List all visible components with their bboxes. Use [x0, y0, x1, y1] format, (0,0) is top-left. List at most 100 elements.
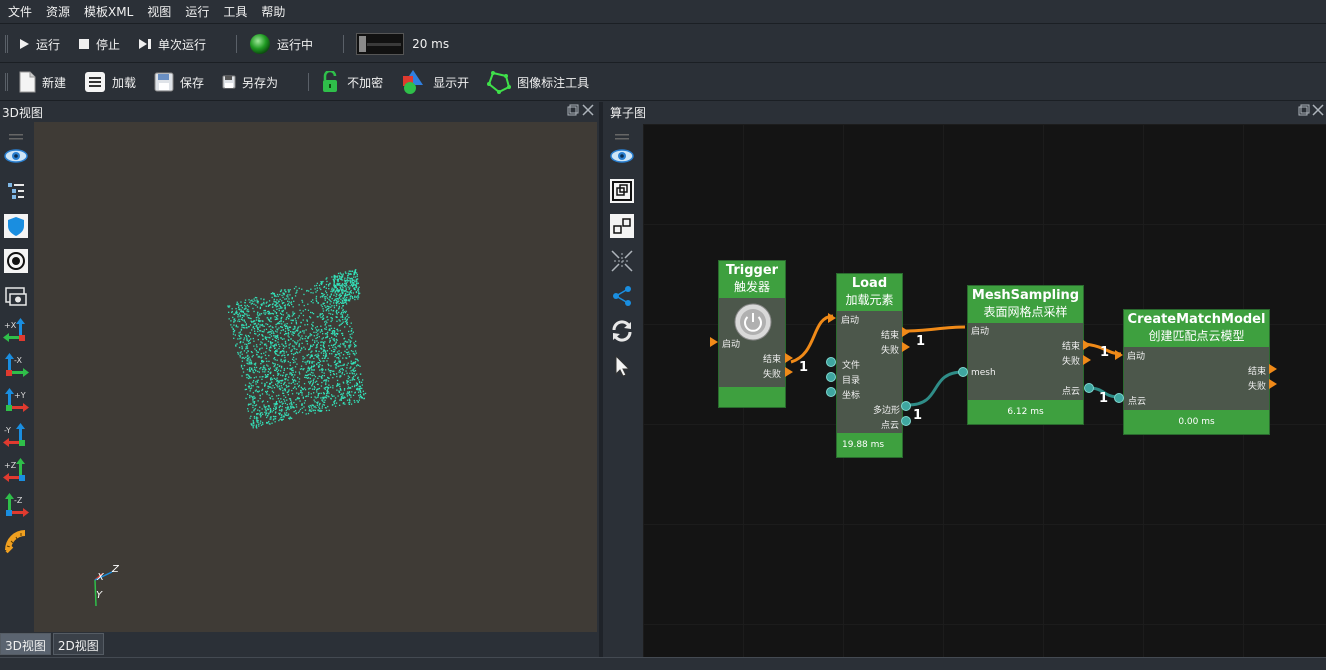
- panel-splitter[interactable]: [599, 102, 603, 657]
- port-in-coordinate-dot[interactable]: [826, 387, 836, 397]
- interval-slider[interactable]: [356, 33, 405, 55]
- port-in-start-arrow[interactable]: [828, 313, 836, 323]
- annotate-tool-button[interactable]: 图像标注工具: [487, 67, 589, 97]
- port-in-mesh-dot[interactable]: [958, 367, 968, 377]
- running-status: 运行中: [249, 29, 313, 59]
- port-out-end-arrow[interactable]: [1083, 340, 1091, 350]
- play-icon: [18, 38, 30, 50]
- port-in-start: 启动: [841, 316, 860, 326]
- edge-load-mesh: [904, 325, 966, 333]
- save-button[interactable]: 保存: [154, 67, 204, 97]
- menu-template-xml[interactable]: 模板XML: [76, 3, 139, 20]
- view-plus-z-icon[interactable]: +Z: [3, 458, 29, 484]
- target-icon[interactable]: [3, 248, 29, 274]
- port-out-fail-arrow[interactable]: [902, 342, 910, 352]
- port-in-file: 文件: [842, 361, 861, 371]
- 3d-view-panel: 3D视图 +X -X +Y -Y +Z -Z X Z Y 3D视图 2D视图: [0, 102, 597, 657]
- menu-resource[interactable]: 资源: [38, 3, 76, 20]
- port-in-start-arrow[interactable]: [1115, 350, 1123, 360]
- tree-list-icon[interactable]: [3, 178, 29, 204]
- 3d-viewport[interactable]: X Z Y: [34, 122, 597, 632]
- menu-run[interactable]: 运行: [177, 3, 215, 20]
- close-icon[interactable]: [1312, 104, 1324, 119]
- camera-frame-icon[interactable]: [3, 283, 29, 309]
- svg-text:+X: +X: [4, 321, 17, 330]
- port-in-directory-dot[interactable]: [826, 372, 836, 382]
- node-trigger[interactable]: Trigger 触发器 启动 结束 失败: [718, 260, 786, 408]
- port-in-start-arrow[interactable]: [710, 337, 718, 347]
- shapes-icon: [401, 69, 427, 95]
- display-toggle[interactable]: 显示开: [401, 67, 469, 97]
- view-minus-y-icon[interactable]: -Y: [3, 423, 29, 449]
- 3d-view-title: 3D视图: [2, 105, 43, 120]
- run-button[interactable]: 运行: [18, 29, 60, 59]
- encrypt-button[interactable]: 不加密: [321, 67, 383, 97]
- port-in-file-dot[interactable]: [826, 357, 836, 367]
- port-out-polygon-dot[interactable]: [901, 401, 911, 411]
- port-out-end-arrow[interactable]: [1269, 364, 1277, 374]
- view-plus-y-icon[interactable]: +Y: [3, 388, 29, 414]
- stop-button[interactable]: 停止: [78, 29, 120, 59]
- menu-bar: 文件 资源 模板XML 视图 运行 工具 帮助: [0, 0, 1326, 24]
- slider-knob[interactable]: [359, 36, 367, 52]
- menu-tools[interactable]: 工具: [215, 3, 253, 20]
- port-out-fail-arrow[interactable]: [1083, 355, 1091, 365]
- port-out-cloud-dot[interactable]: [1084, 383, 1094, 393]
- node-create-match-model[interactable]: CreateMatchModel 创建匹配点云模型 启动 结束 失败 点云 0.…: [1123, 309, 1270, 435]
- tab-2d-view[interactable]: 2D视图: [52, 633, 104, 655]
- single-run-button[interactable]: 单次运行: [138, 29, 206, 59]
- load-button[interactable]: 加载: [84, 67, 136, 97]
- port-out-cloud: 点云: [881, 421, 900, 431]
- port-out-cloud-dot[interactable]: [901, 416, 911, 426]
- shield-icon[interactable]: [3, 213, 29, 239]
- toolbar-grip[interactable]: [5, 73, 8, 91]
- port-in-cloud-dot[interactable]: [1114, 393, 1124, 403]
- float-icon[interactable]: [567, 104, 579, 119]
- menu-view[interactable]: 视图: [139, 3, 177, 20]
- toolbar-grip[interactable]: [5, 35, 8, 53]
- view-tabs: 3D视图 2D视图: [0, 633, 106, 655]
- node-name: CreateMatchModel: [1127, 312, 1266, 327]
- display-label: 显示开: [433, 75, 470, 90]
- menu-help[interactable]: 帮助: [253, 3, 291, 20]
- eye-icon[interactable]: [609, 143, 635, 169]
- group-nodes-icon[interactable]: [609, 178, 635, 204]
- node-footer: 0.00 ms: [1124, 410, 1269, 434]
- refresh-icon[interactable]: [609, 318, 635, 344]
- float-icon[interactable]: [1298, 104, 1310, 119]
- share-graph-icon[interactable]: [609, 283, 635, 309]
- connection-count: 1: [916, 334, 926, 349]
- operator-graph-canvas[interactable]: Trigger 触发器 启动 结束 失败 1 Load 加载元素 启动 结束 失…: [643, 124, 1326, 657]
- svg-text:+Y: +Y: [14, 391, 26, 400]
- operator-graph-title: 算子图: [610, 105, 647, 120]
- pointer-icon[interactable]: [609, 353, 635, 379]
- view-plus-x-icon[interactable]: +X: [3, 318, 29, 344]
- view-minus-x-icon[interactable]: -X: [3, 353, 29, 379]
- load-label: 加载: [112, 75, 137, 90]
- node-footer: 19.88 ms: [837, 433, 902, 457]
- port-in-start: 启动: [971, 327, 990, 337]
- node-load[interactable]: Load 加载元素 启动 结束 失败 文件 目录 坐标 多边形 点云 19.88…: [836, 273, 903, 458]
- view-minus-z-icon[interactable]: -Z: [3, 493, 29, 519]
- port-out-end-arrow[interactable]: [902, 327, 910, 337]
- port-out-fail-arrow[interactable]: [1269, 379, 1277, 389]
- port-out-fail-arrow[interactable]: [785, 367, 793, 377]
- port-out-end: 结束: [881, 331, 900, 341]
- node-footer: [719, 387, 785, 407]
- port-in-start: 启动: [722, 340, 741, 350]
- eye-icon[interactable]: [3, 143, 29, 169]
- new-button[interactable]: 新建: [18, 67, 66, 97]
- unlock-icon: [321, 71, 341, 93]
- node-mesh-sampling[interactable]: MeshSampling 表面网格点采样 启动 结束 失败 mesh 点云 6.…: [967, 285, 1084, 425]
- port-out-end-arrow[interactable]: [785, 353, 793, 363]
- close-icon[interactable]: [582, 104, 594, 119]
- ungroup-nodes-icon[interactable]: [609, 213, 635, 239]
- collapse-arrows-icon[interactable]: [609, 248, 635, 274]
- menu-file[interactable]: 文件: [0, 3, 38, 20]
- save-as-button[interactable]: 另存为: [222, 67, 278, 97]
- tab-3d-view[interactable]: 3D视图: [0, 633, 51, 655]
- status-light-icon: [249, 33, 271, 55]
- node-header: MeshSampling 表面网格点采样: [968, 286, 1083, 323]
- ruler-protractor-icon[interactable]: [3, 528, 29, 554]
- port-out-end: 结束: [1248, 367, 1267, 377]
